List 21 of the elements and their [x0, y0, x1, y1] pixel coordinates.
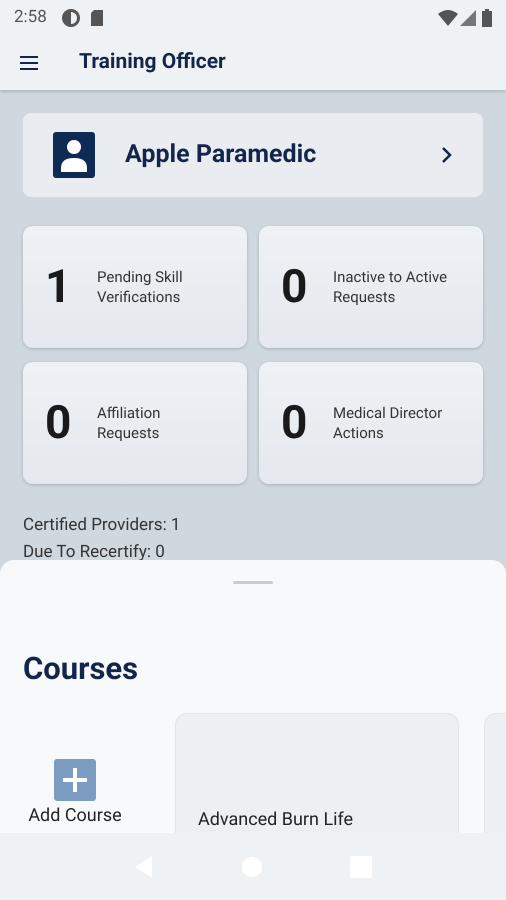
wifi-icon [438, 10, 458, 26]
stat-card[interactable]: 0 Affiliation Requests [23, 362, 247, 484]
stat-card[interactable]: 0 Medical Director Actions [259, 362, 483, 484]
summary-text: Due To Recertify: 0 [23, 541, 166, 564]
signal-icon [460, 10, 476, 26]
summary-text: Certified Providers: 1 [23, 514, 182, 537]
sd-card-icon [88, 9, 105, 27]
course-card[interactable]: Advanced Burn Life [175, 712, 459, 833]
stat-card[interactable]: 0 Inactive to Active Requests [259, 226, 483, 348]
chevron-icon [441, 146, 453, 164]
profile-card[interactable]: Apple Paramedic [23, 113, 483, 197]
stat-card[interactable]: 1 Pending Skill Verifications [23, 226, 247, 348]
plus-icon [54, 758, 96, 800]
status-time: 2:58 [14, 6, 47, 30]
person-icon [53, 132, 95, 178]
courses-heading: Courses [23, 649, 138, 689]
app-title: Training Officer [79, 49, 226, 76]
battery-icon [482, 9, 492, 27]
menu-icon[interactable] [19, 55, 39, 71]
drag-handle[interactable] [233, 581, 273, 584]
add-course-button[interactable]: Add Course [0, 712, 150, 833]
